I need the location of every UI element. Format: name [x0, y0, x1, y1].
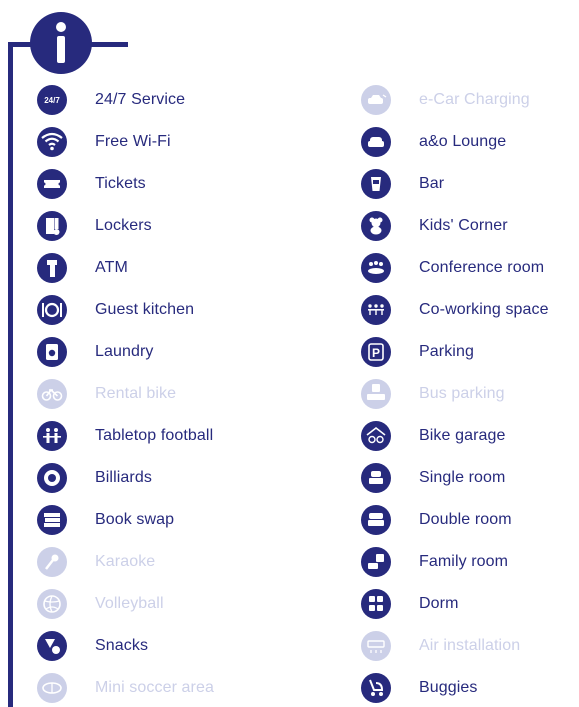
amenity-item: Family room: [361, 546, 508, 578]
amenity-item: Buggies: [361, 672, 478, 704]
amenity-label: a&o Lounge: [419, 133, 507, 150]
billiard-ball-icon: [37, 463, 67, 493]
washing-machine-icon: [37, 337, 67, 367]
amenity-label: Conference room: [419, 259, 545, 276]
soccer-field-icon: [37, 673, 67, 703]
wifi-icon: [37, 127, 67, 157]
amenity-label: Air installation: [419, 637, 521, 654]
ticket-icon: [37, 169, 67, 199]
amenity-label: Karaoke: [95, 553, 156, 570]
double-bed-icon: [361, 505, 391, 535]
amenity-item: Guest kitchen: [37, 294, 194, 326]
amenity-label: Family room: [419, 553, 509, 570]
amenity-label: Snacks: [95, 637, 149, 654]
car-charging-icon: [361, 85, 391, 115]
family-room-icon: [361, 547, 391, 577]
stroller-icon: [361, 673, 391, 703]
parking-icon: P: [361, 337, 391, 367]
plate-cutlery-icon: [37, 295, 67, 325]
amenity-item: Billiards: [37, 462, 152, 494]
bike-icon: [37, 379, 67, 409]
amenity-item: Bar: [361, 168, 444, 200]
microphone-icon: [37, 547, 67, 577]
atm-icon: [37, 253, 67, 283]
amenity-item: Free Wi-Fi: [37, 126, 171, 158]
frame-vertical-line: [8, 42, 13, 707]
amenity-label: Free Wi-Fi: [95, 133, 171, 150]
air-conditioner-icon: [361, 631, 391, 661]
amenity-label: Bike garage: [419, 427, 506, 444]
amenity-item: Karaoke: [37, 546, 155, 578]
amenity-label: Volleyball: [95, 595, 164, 612]
bus-parking-icon: [361, 379, 391, 409]
books-icon: [37, 505, 67, 535]
amenity-item: 24/7 24/7 Service: [37, 84, 185, 116]
amenity-label: Book swap: [95, 511, 175, 528]
volleyball-icon: [37, 589, 67, 619]
amenity-item: Snacks: [37, 630, 148, 662]
amenity-label: Dorm: [419, 595, 459, 612]
amenity-item: P Parking: [361, 336, 474, 368]
amenity-label: Parking: [419, 343, 474, 360]
armchair-icon: [361, 127, 391, 157]
dorm-icon: [361, 589, 391, 619]
amenity-label: Tickets: [95, 175, 146, 192]
amenity-item: Single room: [361, 462, 505, 494]
amenity-item: Rental bike: [37, 378, 176, 410]
amenity-label: ATM: [95, 259, 128, 276]
drink-glass-icon: [361, 169, 391, 199]
foosball-icon: [37, 421, 67, 451]
svg-text:P: P: [372, 346, 380, 360]
amenity-label: Single room: [419, 469, 506, 486]
amenity-label: Bar: [419, 175, 445, 192]
locker-icon: [37, 211, 67, 241]
amenity-item: Tabletop football: [37, 420, 213, 452]
amenity-item: Laundry: [37, 336, 154, 368]
amenity-item: Co-working space: [361, 294, 549, 326]
amenity-label: e-Car Charging: [419, 91, 530, 108]
amenity-label: Kids' Corner: [419, 217, 508, 234]
coworking-icon: [361, 295, 391, 325]
single-bed-icon: [361, 463, 391, 493]
amenity-item: Volleyball: [37, 588, 164, 620]
amenity-label: Mini soccer area: [95, 679, 214, 696]
amenity-label: Lockers: [95, 217, 152, 234]
amenity-item: Dorm: [361, 588, 459, 620]
amenity-label: 24/7 Service: [95, 91, 186, 108]
amenity-label: Buggies: [419, 679, 478, 696]
amenity-item: Book swap: [37, 504, 174, 536]
amenity-label: Guest kitchen: [95, 301, 195, 318]
amenity-item: Tickets: [37, 168, 146, 200]
amenity-item: ATM: [37, 252, 128, 284]
snacks-icon: [37, 631, 67, 661]
icon-badge-text: 24/7: [44, 95, 60, 105]
amenity-item: a&o Lounge: [361, 126, 506, 158]
info-icon: [30, 12, 92, 74]
amenity-item: Lockers: [37, 210, 152, 242]
amenity-item: Bus parking: [361, 378, 505, 410]
amenity-item: Double room: [361, 504, 512, 536]
24-7-icon: 24/7: [37, 85, 67, 115]
amenity-item: Kids' Corner: [361, 210, 508, 242]
amenity-label: Bus parking: [419, 385, 505, 402]
amenity-item: Mini soccer area: [37, 672, 214, 704]
amenity-item: Conference room: [361, 252, 544, 284]
amenity-label: Double room: [419, 511, 512, 528]
amenity-item: Air installation: [361, 630, 520, 662]
conference-table-icon: [361, 253, 391, 283]
amenity-label: Tabletop football: [95, 427, 214, 444]
amenity-label: Billiards: [95, 469, 152, 486]
amenity-item: Bike garage: [361, 420, 506, 452]
amenity-item: e-Car Charging: [361, 84, 530, 116]
amenity-label: Rental bike: [95, 385, 177, 402]
bike-garage-icon: [361, 421, 391, 451]
teddy-bear-icon: [361, 211, 391, 241]
amenity-label: Co-working space: [419, 301, 549, 318]
amenity-label: Laundry: [95, 343, 154, 360]
